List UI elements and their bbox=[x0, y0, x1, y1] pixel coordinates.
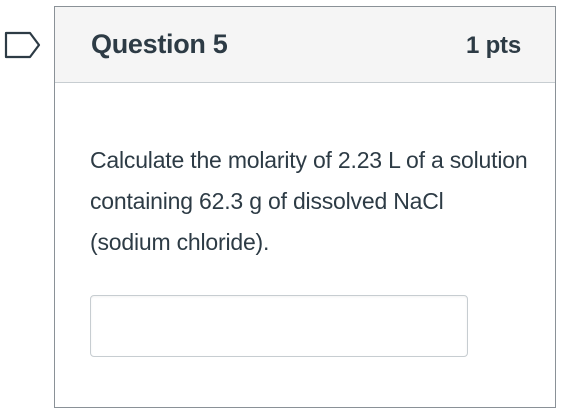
answer-input[interactable] bbox=[90, 295, 468, 357]
question-card: Question 5 1 pts Calculate the molarity … bbox=[54, 6, 556, 408]
question-points: 1 pts bbox=[465, 32, 521, 59]
flag-question-icon[interactable] bbox=[4, 31, 42, 59]
question-header: Question 5 1 pts bbox=[55, 7, 555, 83]
question-title: Question 5 bbox=[91, 29, 228, 59]
question-text: Calculate the molarity of 2.23 L of a so… bbox=[90, 147, 528, 255]
